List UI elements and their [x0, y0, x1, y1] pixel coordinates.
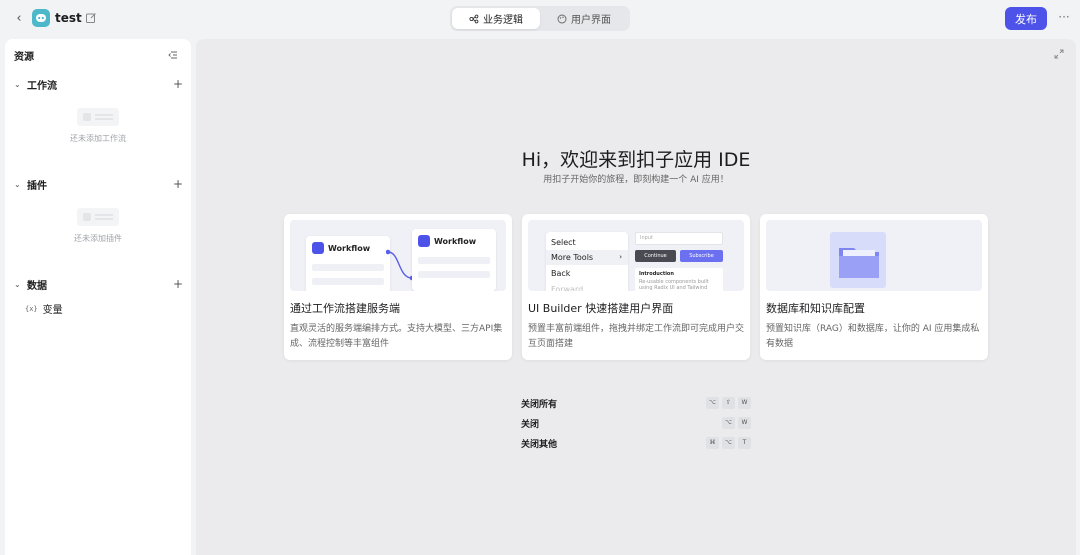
- continue-preview: Continue: [635, 250, 676, 262]
- sidebar-title: 资源: [14, 52, 34, 63]
- more-icon[interactable]: ···: [1056, 10, 1072, 26]
- chevron-down-icon: ⌄: [14, 279, 21, 289]
- shortcut-label: 关闭其他: [521, 439, 558, 450]
- input-preview: Input: [635, 232, 723, 245]
- key: ⌥: [722, 437, 735, 449]
- workflow-icon: [312, 242, 324, 254]
- section-plugin[interactable]: ⌄ 插件 +: [14, 176, 184, 192]
- bot-icon: [36, 14, 46, 22]
- key: ⇧: [722, 397, 735, 409]
- main-canvas: Hi，欢迎来到扣子应用 IDE 用扣子开始你的旅程，即刻构建一个 AI 应用！ …: [196, 39, 1076, 555]
- key: T: [738, 437, 751, 449]
- welcome-title: Hi，欢迎来到扣子应用 IDE: [521, 149, 751, 171]
- chevron-down-icon: ⌄: [14, 79, 21, 89]
- workflow-node: Workflow: [412, 229, 496, 291]
- workflow-illustration: Workflow Workflow: [290, 220, 506, 291]
- add-plugin-icon[interactable]: +: [172, 177, 184, 191]
- welcome-subtitle: 用扣子开始你的旅程，即刻构建一个 AI 应用！: [543, 175, 729, 185]
- tab-user-interface[interactable]: 用户界面: [540, 8, 628, 29]
- empty-illustration: [77, 208, 119, 226]
- menu-item: Forward: [551, 285, 584, 291]
- shortcut-row: 关闭所有 ⌥ ⇧ W: [521, 395, 751, 411]
- section-title: 插件: [27, 180, 47, 192]
- key: ⌥: [706, 397, 719, 409]
- key: ⌥: [722, 417, 735, 429]
- app-name: test: [55, 11, 82, 25]
- section-title: 数据: [27, 280, 47, 292]
- palette-icon: [557, 14, 567, 23]
- menu-item: Back: [551, 269, 571, 278]
- menu-preview: Select More Tools › Back Forward: [546, 232, 628, 291]
- card-description: 预置知识库（RAG）和数据库，让你的 AI 应用集成私有数据: [766, 324, 980, 349]
- collapse-sidebar-icon[interactable]: [167, 49, 179, 61]
- shortcut-row: 关闭 ⌥ W: [521, 415, 751, 431]
- database-illustration: [766, 220, 982, 291]
- publish-button[interactable]: 发布: [1005, 7, 1047, 30]
- sidebar-item-variable[interactable]: {x} 变量: [25, 301, 63, 317]
- add-data-icon[interactable]: +: [172, 277, 184, 291]
- view-switcher: 业务逻辑 用户界面: [450, 6, 630, 31]
- key: W: [738, 397, 751, 409]
- back-icon[interactable]: ‹: [12, 11, 26, 27]
- variable-icon: {x}: [25, 304, 38, 313]
- card-ui-builder[interactable]: Select More Tools › Back Forward Input Co…: [522, 214, 750, 360]
- menu-item: More Tools ›: [546, 250, 628, 265]
- add-workflow-icon[interactable]: +: [172, 77, 184, 91]
- flow-icon: [469, 14, 479, 23]
- workflow-node-label: Workflow: [434, 237, 477, 246]
- empty-text: 还未添加工作流: [70, 134, 126, 143]
- tab-label: 业务逻辑: [483, 15, 523, 26]
- tab-business-logic[interactable]: 业务逻辑: [452, 8, 540, 29]
- workflow-icon: [418, 235, 430, 247]
- menu-item: Select: [551, 238, 576, 247]
- top-bar: ‹ test 业务逻辑 用户界面 发布 ···: [0, 0, 1080, 38]
- intro-preview: Introduction Re-usable components built …: [635, 268, 723, 291]
- shortcut-label: 关闭: [521, 419, 540, 430]
- section-data[interactable]: ⌄ 数据 +: [14, 276, 184, 292]
- card-title: 通过工作流搭建服务端: [290, 302, 400, 315]
- subscribe-preview: Subscribe: [680, 250, 723, 262]
- resources-sidebar: 资源 ⌄ 工作流 + 还未添加工作流 ⌄ 插件 + 还未添加插件 ⌄ 数据 + …: [5, 39, 191, 555]
- card-title: UI Builder 快速搭建用户界面: [528, 302, 674, 315]
- card-database[interactable]: 数据库和知识库配置 预置知识库（RAG）和数据库，让你的 AI 应用集成私有数据: [760, 214, 988, 360]
- app-avatar: [32, 9, 50, 27]
- edit-icon[interactable]: [85, 12, 97, 24]
- card-description: 直观灵活的服务端编排方式。支持大模型、三方API集成、流程控制等丰富组件: [290, 324, 503, 349]
- folder-icon: [839, 248, 879, 278]
- shortcut-label: 关闭所有: [521, 399, 558, 410]
- card-workflow[interactable]: Workflow Workflow 通过工作流搭建服务端 直观灵活的服务端编排方…: [284, 214, 512, 360]
- empty-text: 还未添加插件: [74, 234, 122, 243]
- shortcut-row: 关闭其他 ⌘ ⌥ T: [521, 435, 751, 451]
- card-title: 数据库和知识库配置: [766, 302, 865, 315]
- ui-builder-illustration: Select More Tools › Back Forward Input Co…: [528, 220, 744, 291]
- section-title: 工作流: [27, 80, 57, 92]
- card-description: 预置丰富前端组件，拖拽并绑定工作流即可完成用户交互页面搭建: [528, 324, 745, 349]
- tab-label: 用户界面: [571, 15, 611, 26]
- workflow-node: Workflow: [306, 236, 390, 291]
- empty-illustration: [77, 108, 119, 126]
- sidebar-item-label: 变量: [42, 305, 63, 316]
- expand-icon[interactable]: [1054, 49, 1064, 59]
- chevron-down-icon: ⌄: [14, 179, 21, 189]
- section-workflow[interactable]: ⌄ 工作流 +: [14, 76, 184, 92]
- workflow-node-label: Workflow: [328, 244, 371, 253]
- key: ⌘: [706, 437, 719, 449]
- key: W: [738, 417, 751, 429]
